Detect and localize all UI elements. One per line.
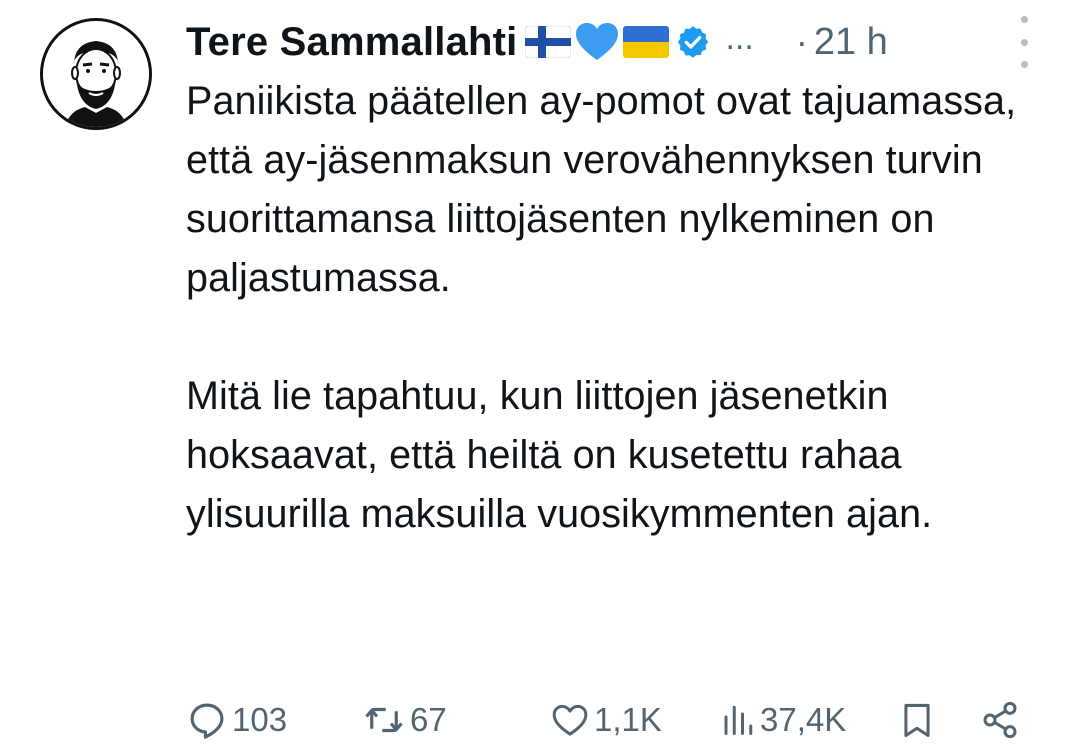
share-icon (980, 700, 1020, 740)
separator-dot: · (795, 21, 808, 62)
bookmark-icon (898, 698, 936, 742)
repost-count: 67 (410, 701, 447, 738)
tweet-text: Paniikista päätellen ay-pomot ovat tajua… (186, 72, 1046, 544)
author-name[interactable]: Tere Sammallahti (186, 20, 517, 65)
finland-flag-icon (525, 26, 572, 58)
heart-icon (550, 700, 590, 740)
bookmark-button[interactable] (898, 690, 936, 750)
tweet-paragraph: Paniikista päätellen ay-pomot ovat tajua… (186, 79, 1017, 300)
timestamp[interactable]: 21 h (814, 21, 888, 64)
more-options-icon[interactable] (1016, 16, 1032, 68)
author-avatar[interactable] (40, 18, 152, 130)
blue-heart-icon (575, 22, 619, 62)
repost-button[interactable]: 67 (362, 690, 447, 750)
views-chart-icon (720, 700, 756, 740)
like-button[interactable]: 1,1K (550, 690, 662, 750)
reply-button[interactable]: 103 (186, 690, 287, 750)
reply-icon (186, 699, 228, 741)
repost-icon (362, 699, 406, 741)
verified-icon (675, 24, 711, 60)
tweet-header: Tere Sammallahti ... · 21 h (186, 14, 1040, 70)
avatar-portrait-icon (43, 21, 149, 127)
tweet-paragraph: Mitä lie tapahtuu, kun liittojen jäsenet… (186, 374, 933, 536)
tweet-actions-bar: 103 67 1,1K 37,4K (186, 690, 1040, 750)
views-count: 37,4K (760, 701, 847, 738)
views-button[interactable]: 37,4K (720, 690, 846, 750)
like-count: 1,1K (594, 701, 662, 738)
reply-count: 103 (232, 701, 288, 738)
share-button[interactable] (980, 690, 1020, 750)
name-truncation: ... (725, 18, 754, 57)
ukraine-flag-icon (623, 26, 670, 58)
